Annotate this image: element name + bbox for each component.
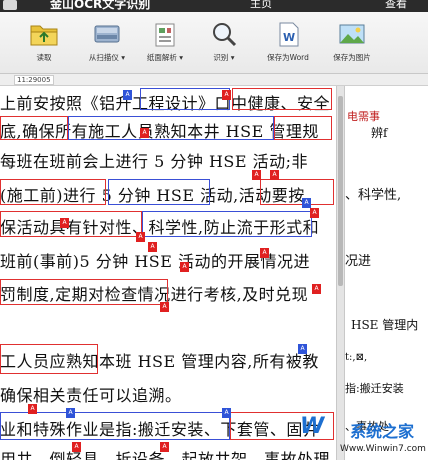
region-marker-icon[interactable]: A <box>270 170 279 180</box>
word-document-icon: W <box>273 20 303 48</box>
scan-label: 从扫描仪 ▾ <box>88 53 126 62</box>
region-box[interactable] <box>140 88 230 110</box>
region-marker-icon[interactable]: A <box>312 284 321 294</box>
region-box[interactable] <box>0 179 106 205</box>
region-marker-icon[interactable]: A <box>222 90 231 100</box>
app-title: 金山OCR文字识别 <box>50 0 151 11</box>
region-box[interactable] <box>0 412 230 440</box>
region-box[interactable] <box>108 179 210 205</box>
result-line: 辨f <box>371 126 388 140</box>
result-line: 、科学性, <box>345 188 402 203</box>
svg-text:W: W <box>283 31 295 44</box>
scrollbar-thumb[interactable] <box>338 96 343 286</box>
region-marker-icon[interactable]: A <box>136 232 145 242</box>
region-marker-icon[interactable]: A <box>123 90 132 100</box>
tab-home[interactable]: 主页 <box>250 0 272 11</box>
analyze-button[interactable]: 纸面解析 ▾ <box>142 16 188 72</box>
watermark-logo: W <box>300 414 325 439</box>
region-marker-icon[interactable]: A <box>310 208 319 218</box>
scanned-document-view[interactable]: 上前安按照《铝升工程设计》口中健康、安全 底,确保所有施工人员熟知本井 HSE … <box>0 86 336 460</box>
tab-view[interactable]: 查看 <box>385 0 407 11</box>
page-number-field[interactable]: 11:29005 <box>14 75 54 85</box>
recognize-button[interactable]: 识别 ▾ <box>204 16 244 72</box>
watermark-url: Www.Winwin7.com <box>340 444 426 454</box>
result-line: 指:搬迁安装 <box>345 382 404 395</box>
result-line: 电需事 <box>347 110 380 123</box>
folder-open-icon <box>29 20 59 48</box>
magnifier-icon <box>209 20 239 48</box>
save-word-label: 保存为Word <box>267 53 309 62</box>
document-scrollbar[interactable] <box>336 86 344 460</box>
region-box[interactable] <box>260 179 334 205</box>
region-marker-icon[interactable]: A <box>66 408 75 418</box>
region-box[interactable] <box>274 116 332 140</box>
read-button[interactable]: 读取 <box>26 16 62 72</box>
region-box[interactable] <box>0 344 98 374</box>
region-marker-icon[interactable]: A <box>252 170 261 180</box>
save-word-button[interactable]: W 保存为Word <box>262 16 314 72</box>
region-box[interactable] <box>0 211 142 237</box>
save-image-label: 保存为图片 <box>333 53 371 62</box>
region-box[interactable] <box>0 116 68 140</box>
app-logo-icon <box>3 0 17 10</box>
layout-analysis-icon <box>150 20 180 48</box>
watermark-brand: 系统之家 <box>350 422 415 441</box>
region-box[interactable] <box>142 211 312 237</box>
region-marker-icon[interactable]: A <box>260 248 269 258</box>
result-line: 况进 <box>345 254 372 269</box>
scanner-icon <box>92 20 122 48</box>
region-marker-icon[interactable]: A <box>148 242 157 252</box>
doc-line: 每班在班前会上进行 5 分钟 HSE 活动;非 <box>0 152 309 171</box>
region-marker-icon[interactable]: A <box>222 408 231 418</box>
picture-icon <box>337 20 367 48</box>
region-marker-icon[interactable]: A <box>298 344 307 354</box>
region-marker-icon[interactable]: A <box>28 404 37 414</box>
save-image-button[interactable]: 保存为图片 <box>326 16 378 72</box>
page-info-strip: 11:29005 <box>0 74 428 86</box>
region-marker-icon[interactable]: A <box>302 198 311 208</box>
ribbon-toolbar: 读取 从扫描仪 ▾ 纸面解析 ▾ 识别 ▾ W 保存为Word 保存为图片 <box>0 12 428 74</box>
scan-button[interactable]: 从扫描仪 ▾ <box>84 16 130 72</box>
site-watermark: W 系统之家 Www.Winwin7.com <box>300 414 428 460</box>
region-box[interactable] <box>232 88 332 110</box>
doc-line: 确保相关责任可以追溯。 <box>0 386 182 405</box>
read-label: 读取 <box>36 53 52 62</box>
region-marker-icon[interactable]: A <box>140 128 149 138</box>
region-marker-icon[interactable]: A <box>160 442 169 452</box>
title-bar: 金山OCR文字识别 主页 查看 <box>0 0 428 12</box>
region-marker-icon[interactable]: A <box>160 302 169 312</box>
region-box[interactable] <box>0 279 168 305</box>
result-line: t:,⊠, <box>345 352 368 363</box>
recognition-result-pane[interactable]: 电需事 辨f 、科学性, 况进 HSE 管理内 t:,⊠, 指:搬迁安装 、事故… <box>344 86 428 460</box>
recognize-label: 识别 ▾ <box>213 53 235 62</box>
analyze-label: 纸面解析 ▾ <box>146 53 184 62</box>
region-marker-icon[interactable]: A <box>72 442 81 452</box>
result-line: HSE 管理内 <box>351 318 419 332</box>
region-marker-icon[interactable]: A <box>60 218 69 228</box>
region-box[interactable] <box>68 116 274 140</box>
region-marker-icon[interactable]: A <box>180 262 189 272</box>
